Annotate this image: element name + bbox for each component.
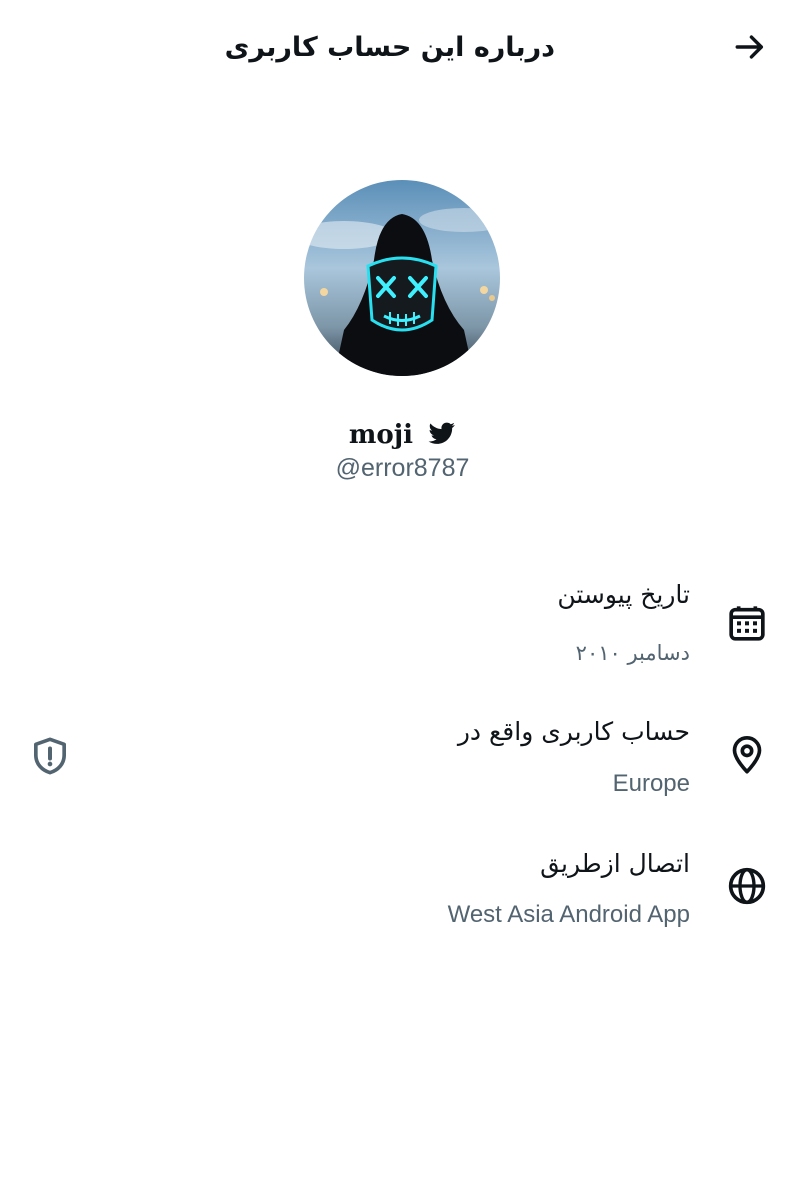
calendar-icon: [729, 606, 765, 641]
location-value: Europe: [612, 770, 690, 797]
join-date-value: دسامبر ۲۰۱۰: [575, 641, 690, 665]
page-title: درباره این حساب کاربری: [224, 32, 555, 63]
shield-alert-icon[interactable]: [30, 735, 70, 777]
avatar: [304, 180, 500, 376]
join-date-label: تاریخ پیوستن: [557, 580, 690, 609]
globe-icon: [728, 867, 766, 905]
connected-via-label: اتصال ازطریق: [540, 849, 690, 878]
user-handle: @error8787: [335, 454, 470, 482]
display-name: moji: [0, 418, 805, 452]
twitter-bird-icon: [428, 422, 455, 444]
location-label: حساب کاربری واقع در: [457, 717, 690, 746]
location-pin-icon: [732, 736, 762, 774]
display-name-text: moji: [348, 420, 414, 450]
connected-via-value: West Asia Android App: [447, 901, 690, 928]
arrow-right-icon[interactable]: [733, 30, 767, 64]
